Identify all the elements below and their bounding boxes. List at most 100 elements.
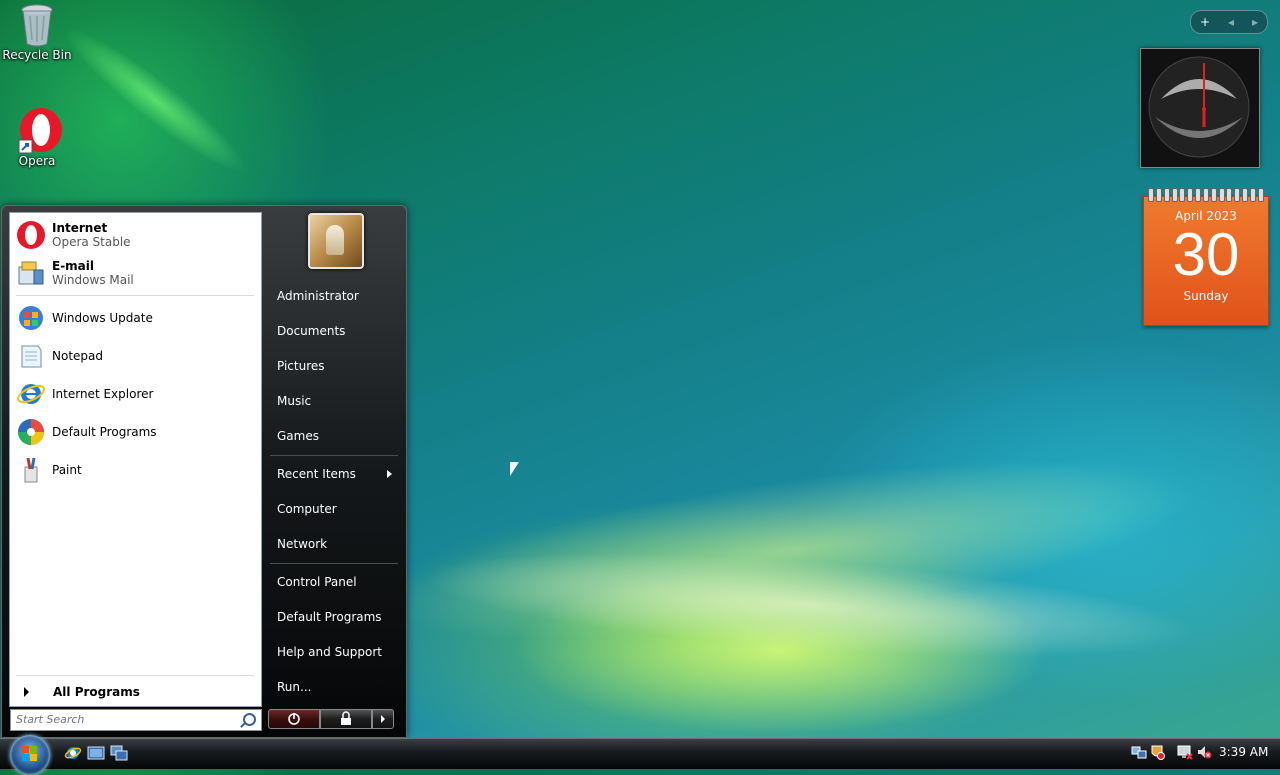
opera-icon	[16, 220, 46, 250]
recent-item-notepad[interactable]: Notepad	[16, 339, 256, 373]
quick-launch-show-desktop[interactable]	[87, 744, 105, 762]
calendar-rings	[1148, 188, 1264, 202]
menu-item-music[interactable]: Music	[268, 388, 400, 414]
recent-item-label: Internet Explorer	[52, 387, 154, 401]
separator	[270, 455, 398, 456]
menu-item-network[interactable]: Network	[268, 531, 400, 557]
windows-update-icon	[16, 303, 46, 333]
default-programs-icon	[16, 417, 46, 447]
desktop-icon-recycle-bin[interactable]: Recycle Bin	[0, 2, 74, 62]
switch-windows-icon	[110, 745, 128, 761]
clock-face-icon	[1148, 56, 1250, 158]
recent-item-label: Paint	[52, 463, 82, 477]
power-button[interactable]	[268, 709, 320, 729]
desktop-icon-label: Opera	[18, 154, 56, 168]
pinned-item-internet[interactable]: Internet Opera Stable	[16, 217, 256, 253]
add-gadget-button[interactable]: +	[1200, 15, 1210, 29]
start-button[interactable]	[10, 735, 50, 775]
menu-item-computer[interactable]: Computer	[268, 496, 400, 522]
search-icon[interactable]	[243, 713, 256, 726]
menu-item-label: Help and Support	[277, 645, 382, 659]
sidebar-controls: + ◂ ▸	[1190, 10, 1268, 34]
menu-item-label: Games	[277, 429, 319, 443]
start-search-box[interactable]	[10, 709, 262, 731]
tray-monitor[interactable]	[1177, 744, 1193, 763]
recent-item-label: Windows Update	[52, 311, 153, 325]
network-icon	[1131, 746, 1147, 759]
menu-item-administrator[interactable]: Administrator	[268, 283, 400, 309]
separator	[16, 675, 254, 676]
separator	[16, 295, 254, 296]
wallpaper-streak	[417, 532, 1203, 678]
paint-icon	[16, 455, 46, 485]
menu-item-label: Default Programs	[277, 610, 382, 624]
all-programs-button[interactable]: All Programs	[16, 683, 256, 701]
taskbar-clock[interactable]: 3:39 AM	[1219, 745, 1268, 759]
recent-item-label: Default Programs	[52, 425, 157, 439]
power-icon	[288, 713, 300, 725]
menu-item-label: Run...	[277, 680, 312, 694]
menu-item-label: Computer	[277, 502, 337, 516]
calendar-weekday: Sunday	[1183, 289, 1229, 303]
shutdown-options-button[interactable]	[372, 709, 394, 729]
start-search-input[interactable]	[11, 710, 236, 728]
show-desktop-icon	[87, 746, 105, 760]
menu-item-help-and-support[interactable]: Help and Support	[268, 639, 400, 665]
previous-gadgets-button[interactable]: ◂	[1228, 15, 1234, 29]
opera-icon	[17, 108, 62, 154]
notepad-icon	[16, 341, 46, 371]
recycle-bin-icon	[17, 2, 57, 47]
security-alert-icon	[1151, 745, 1165, 760]
taskbar	[0, 738, 1280, 769]
clock-gadget[interactable]	[1140, 48, 1260, 168]
pinned-item-title: Internet	[52, 221, 108, 235]
quick-launch-internet-explorer[interactable]	[64, 744, 82, 762]
start-menu: Internet Opera Stable E-mail Windows Mai…	[1, 205, 407, 738]
pinned-item-subtitle: Opera Stable	[52, 235, 131, 249]
pinned-item-subtitle: Windows Mail	[52, 273, 134, 287]
user-avatar[interactable]	[308, 213, 364, 269]
desktop-icon-opera[interactable]: Opera	[0, 108, 74, 168]
recent-item-internet-explorer[interactable]: Internet Explorer	[16, 377, 256, 411]
desktop-icon-label: Recycle Bin	[2, 48, 72, 62]
recent-item-label: Notepad	[52, 349, 103, 363]
wallpaper-streak	[52, 13, 258, 187]
chevron-right-icon	[24, 687, 29, 697]
menu-item-label: Pictures	[277, 359, 325, 373]
internet-explorer-icon	[16, 379, 46, 409]
next-gadgets-button[interactable]: ▸	[1252, 15, 1258, 29]
separator	[270, 563, 398, 564]
all-programs-label: All Programs	[53, 685, 140, 699]
menu-item-default-programs[interactable]: Default Programs	[268, 604, 400, 630]
calendar-day: 30	[1172, 221, 1240, 288]
chevron-right-icon	[381, 715, 385, 723]
menu-item-label: Network	[277, 537, 328, 551]
pinned-item-title: E-mail	[52, 259, 95, 273]
volume-muted-icon	[1198, 746, 1212, 759]
recent-item-paint[interactable]: Paint	[16, 453, 256, 487]
menu-item-label: Recent Items	[277, 467, 356, 481]
tray-security-alert[interactable]	[1149, 744, 1165, 763]
quick-launch-switch-windows[interactable]	[110, 744, 128, 762]
menu-item-label: Administrator	[277, 289, 359, 303]
lock-icon	[341, 711, 351, 725]
pinned-item-email[interactable]: E-mail Windows Mail	[16, 255, 256, 291]
menu-item-recent-items[interactable]: Recent Items	[268, 461, 400, 487]
recent-item-windows-update[interactable]: Windows Update	[16, 301, 256, 335]
lock-button[interactable]	[320, 709, 372, 729]
menu-item-label: Music	[277, 394, 312, 408]
calendar-gadget[interactable]: April 2023 30 Sunday	[1143, 188, 1269, 326]
wallpaper-streak	[374, 423, 1206, 677]
recent-item-default-programs[interactable]: Default Programs	[16, 415, 256, 449]
menu-item-run[interactable]: Run...	[268, 674, 400, 700]
menu-item-games[interactable]: Games	[268, 423, 400, 449]
menu-item-pictures[interactable]: Pictures	[268, 353, 400, 379]
menu-item-documents[interactable]: Documents	[268, 318, 400, 344]
menu-item-label: Documents	[277, 324, 346, 338]
tray-volume[interactable]	[1196, 744, 1212, 763]
menu-item-control-panel[interactable]: Control Panel	[268, 569, 400, 595]
tray-network[interactable]	[1131, 744, 1147, 763]
chevron-right-icon	[387, 470, 392, 478]
menu-item-label: Control Panel	[277, 575, 357, 589]
windows-logo-icon	[22, 746, 38, 762]
